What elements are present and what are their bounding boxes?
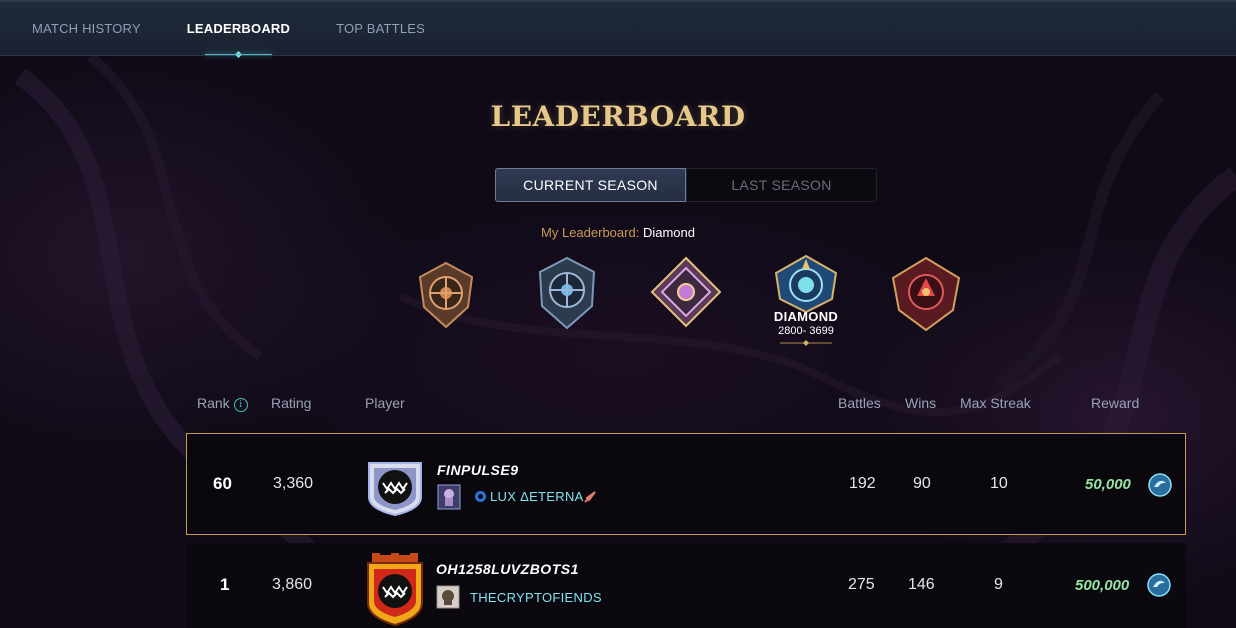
glint-coin-icon [1147, 573, 1171, 597]
selected-league-caption: DIAMOND 2800- 3699 [760, 309, 852, 346]
player-name[interactable]: FINPULSE9 [437, 462, 519, 478]
my-leaderboard-value: Diamond [642, 225, 695, 240]
reward-value: 500,000 [1075, 577, 1130, 594]
rank-header: Rank i [197, 395, 248, 412]
guild-banner-icon [436, 585, 460, 609]
reward-header: Reward [1091, 395, 1140, 411]
guild-banner-icon [437, 484, 461, 510]
current-season-button[interactable]: CURRENT SEASON [495, 168, 686, 202]
silver-league-icon[interactable] [534, 256, 600, 335]
table-row[interactable]: 60 3,360 FINPULSE9 LUX ΔETERNA 192 90 10… [186, 433, 1186, 535]
rating-value: 3,360 [273, 475, 314, 492]
wins-header: Wins [905, 395, 937, 411]
last-season-button[interactable]: LAST SEASON [686, 168, 877, 202]
rating-header: Rating [271, 395, 312, 411]
reward-value: 50,000 [1085, 476, 1131, 493]
champion-league-icon[interactable] [889, 256, 963, 337]
table-row[interactable]: 1 3,860 OH1258LUVZBOTS1 THECRYPTOFIENDS … [186, 543, 1186, 628]
league-rating-range: 2800- 3699 [778, 325, 834, 337]
battles-value: 192 [849, 475, 876, 492]
page-title: LEADERBOARD [490, 100, 746, 133]
tab-match-history[interactable]: MATCH HISTORY [32, 1, 141, 57]
tab-leaderboard[interactable]: LEADERBOARD [187, 1, 290, 57]
player-avatar[interactable] [364, 553, 426, 628]
guild-name[interactable]: THECRYPTOFIENDS [470, 590, 602, 605]
rank-value: 1 [220, 575, 230, 594]
wins-value: 146 [908, 576, 935, 593]
my-leaderboard-label: My Leaderboard: [541, 225, 640, 240]
bronze-league-icon[interactable] [412, 261, 480, 334]
ornament-divider [780, 340, 832, 346]
player-header: Player [365, 395, 405, 411]
max-streak-header: Max Streak [960, 395, 1031, 411]
table-header: Rank i Rating Player Battles Wins Max Str… [0, 395, 1236, 415]
glint-coin-icon [1148, 473, 1172, 497]
top-nav: MATCH HISTORY LEADERBOARD TOP BATTLES [0, 0, 1236, 56]
rank-value: 60 [213, 474, 232, 493]
gold-league-icon[interactable] [650, 256, 722, 333]
rating-value: 3,860 [272, 576, 313, 593]
max-streak-value: 9 [994, 576, 1003, 593]
info-icon[interactable]: i [233, 398, 248, 412]
rank-header-label: Rank [197, 395, 230, 411]
player-name[interactable]: OH1258LUVZBOTS1 [436, 561, 579, 577]
battles-header: Battles [838, 395, 881, 411]
league-name: DIAMOND [773, 309, 839, 324]
guild-name[interactable]: LUX ΔETERNA [490, 489, 584, 504]
wins-value: 90 [913, 475, 931, 492]
tab-top-battles[interactable]: TOP BATTLES [336, 1, 425, 57]
guild-emblem-icon [475, 491, 486, 502]
battles-value: 275 [848, 576, 875, 593]
my-leaderboard: My Leaderboard: Diamond [0, 225, 1236, 240]
max-streak-value: 10 [990, 475, 1008, 492]
season-switch: CURRENT SEASON LAST SEASON [495, 168, 877, 202]
player-avatar[interactable] [363, 459, 427, 517]
rocket-icon [584, 491, 596, 503]
